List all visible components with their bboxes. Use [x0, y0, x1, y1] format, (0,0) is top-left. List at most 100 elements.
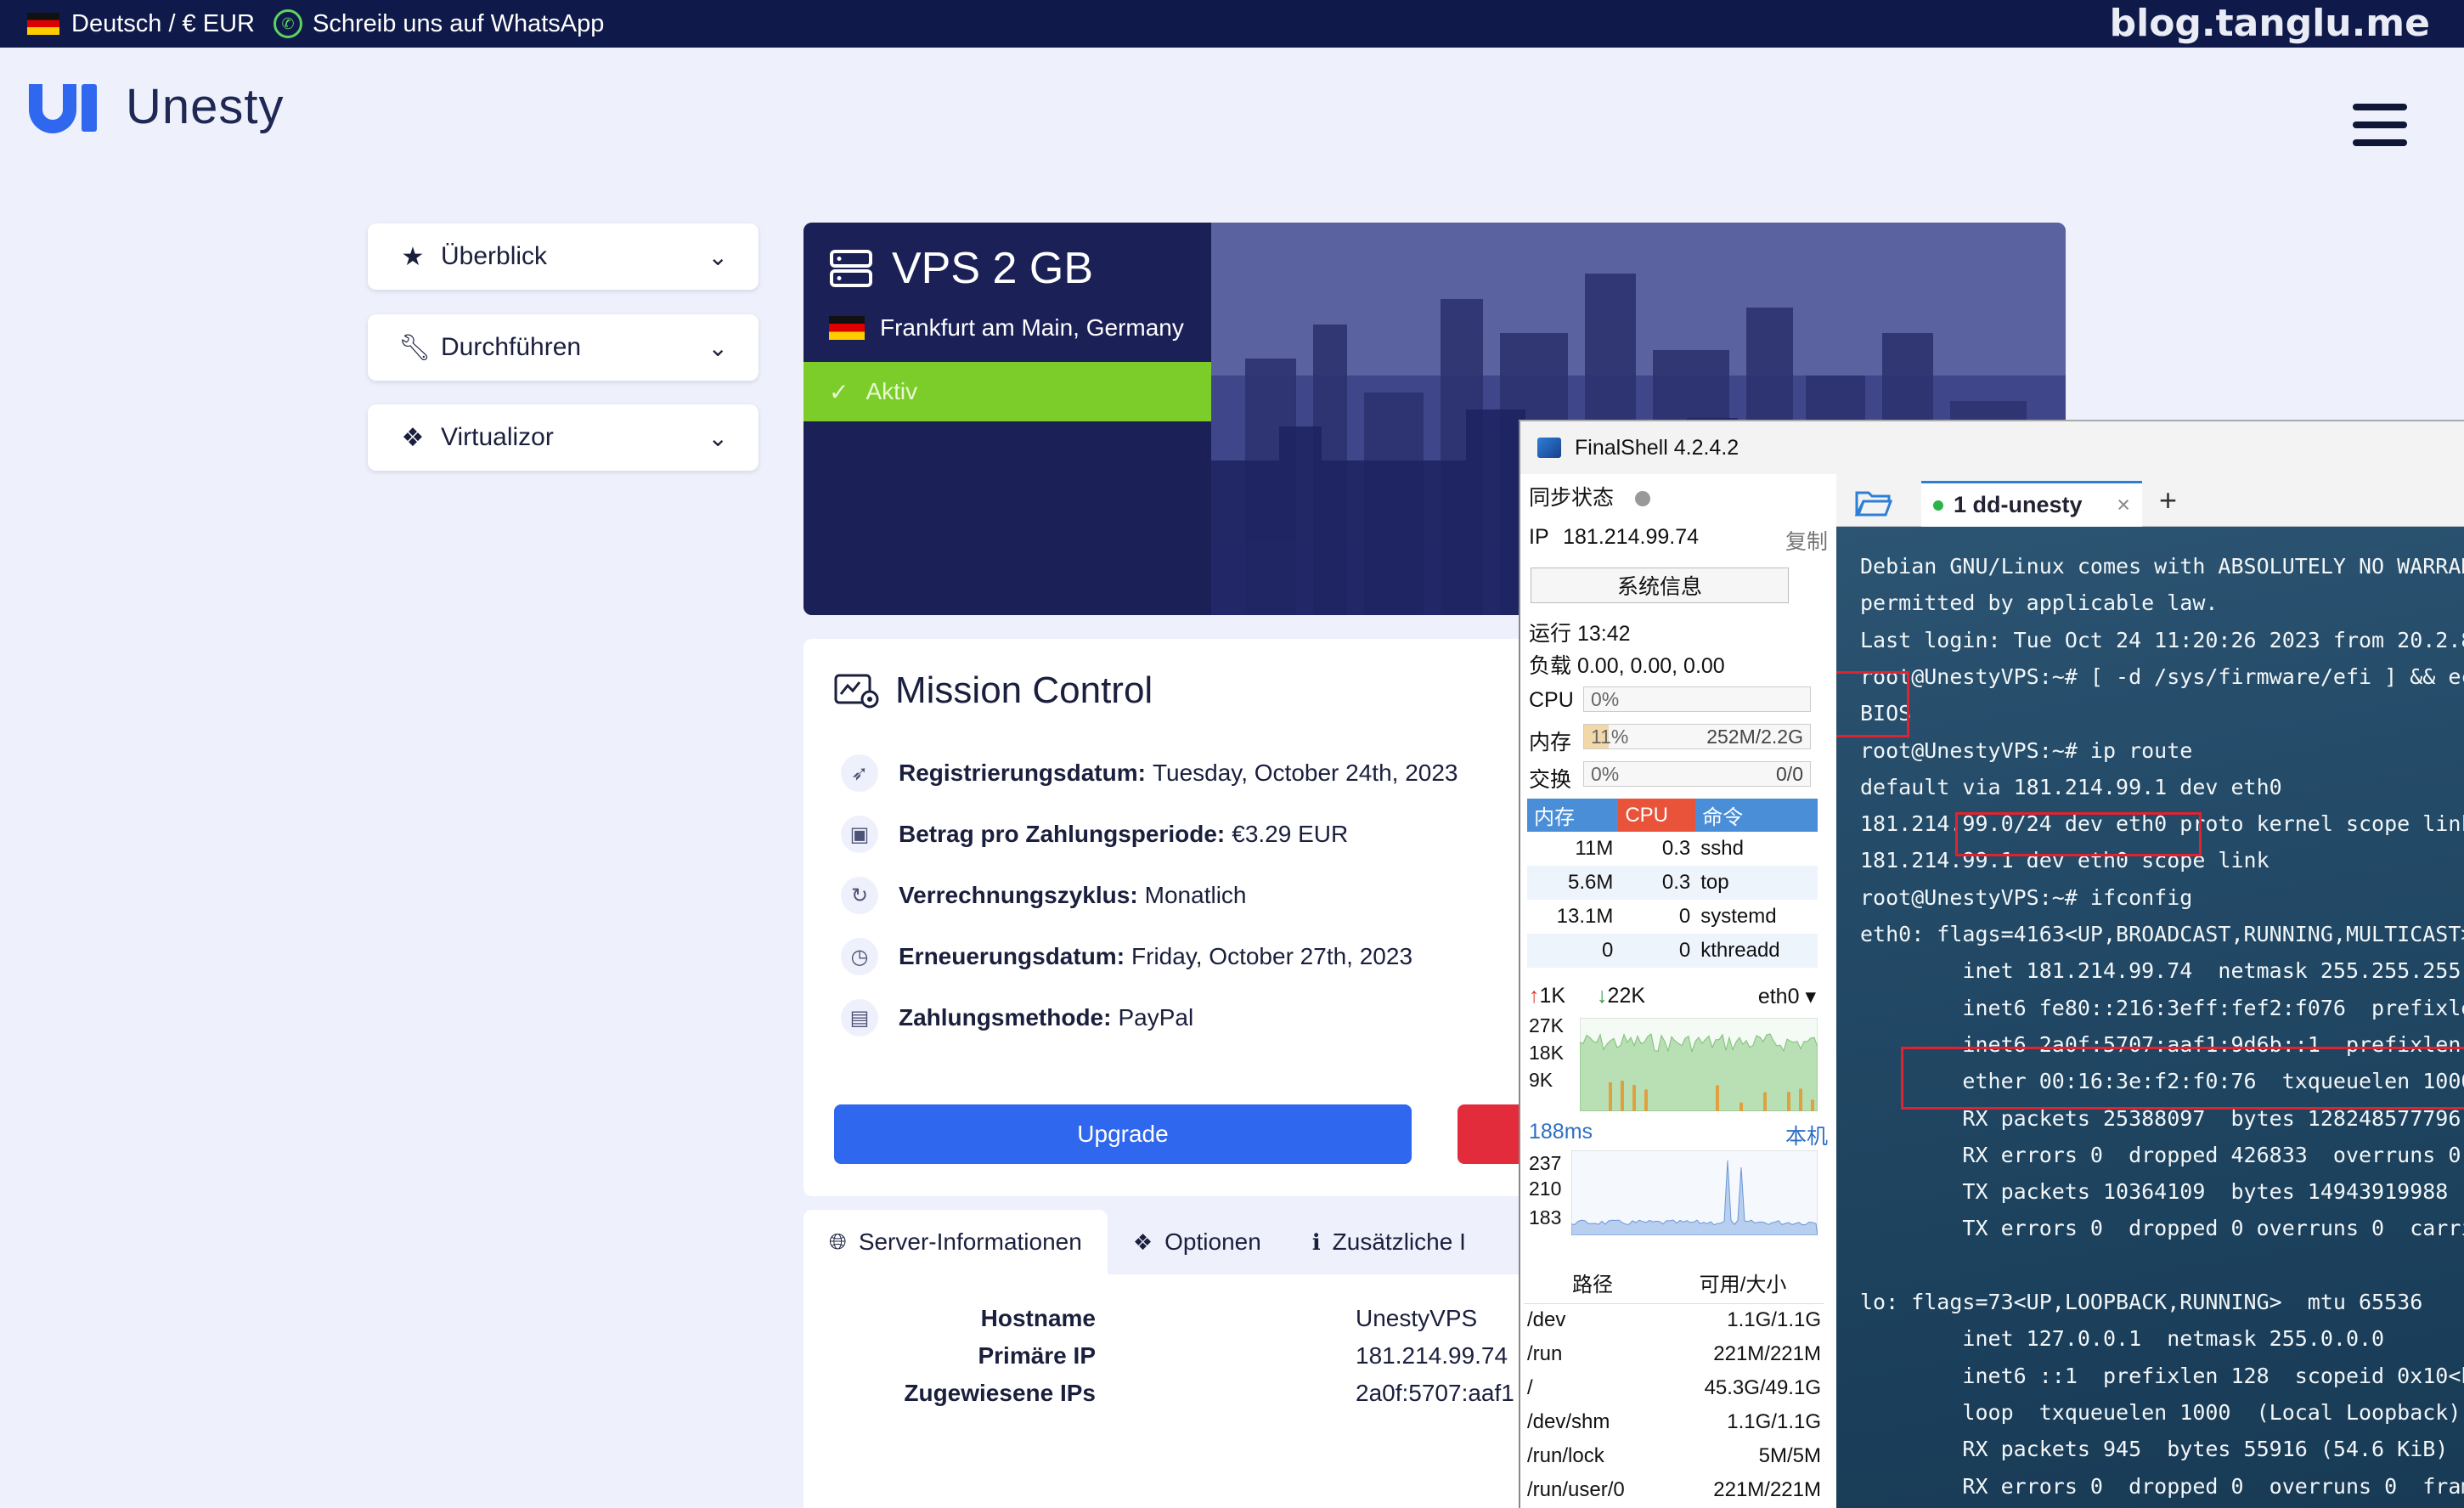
session-tab-strip: 1 dd-unesty × + [1836, 474, 2464, 527]
chevron-down-icon: ⌄ [708, 243, 728, 270]
check-icon: ✓ [829, 378, 849, 405]
add-tab-icon[interactable]: + [2159, 483, 2177, 518]
disk-size: 45.3G/49.1G [1704, 1376, 1821, 1399]
net-up: 1K [1539, 984, 1566, 1008]
proc-mem: 0 [1527, 934, 1619, 968]
table-row[interactable]: 13.1M 0 systemd [1527, 900, 1818, 934]
copy-ip-button[interactable]: 复制 [1785, 525, 1828, 556]
whatsapp-icon: ✆ [273, 9, 302, 38]
status-badge: ✓ Aktiv [803, 362, 1211, 421]
table-row[interactable]: /dev/shm 1.1G/1.1G [1524, 1405, 1824, 1439]
table-row[interactable]: /run 221M/221M [1524, 1337, 1824, 1371]
sidebar-item-label: Überblick [441, 242, 548, 270]
hamburger-menu-icon[interactable] [2353, 104, 2407, 146]
table-row[interactable]: 5.6M 0.3 top [1527, 866, 1818, 900]
dashboard-gear-icon [834, 674, 879, 709]
disk-header-size[interactable]: 可用/大小 [1661, 1262, 1824, 1304]
net-tick: 18K [1529, 1042, 1564, 1064]
amount-row: ▣ Betrag pro Zahlungsperiode: €3.29 EUR [841, 816, 1348, 853]
terminal-line: root@UnestyVPS:~# ip route [1860, 737, 2193, 763]
language-currency-selector[interactable]: Deutsch / € EUR [27, 7, 255, 41]
terminal-line: RX errors 0 dropped 426833 overruns 0 fr… [1962, 1142, 2461, 1167]
proc-header-cpu[interactable]: CPU [1618, 799, 1696, 832]
tab-additional[interactable]: ℹ Zusätzliche I [1287, 1210, 1491, 1274]
upgrade-button[interactable]: Upgrade [834, 1104, 1412, 1164]
disk-table: 路径 可用/大小 /dev 1.1G/1.1G /run 221M/221M / 45… [1524, 1262, 1824, 1507]
cancel-button[interactable] [1458, 1104, 1525, 1164]
ping-target[interactable]: 本机 [1785, 1120, 1828, 1150]
session-tab-dd-unesty[interactable]: 1 dd-unesty × [1921, 481, 2142, 527]
network-graph [1580, 1018, 1818, 1111]
table-row[interactable]: 11M 0.3 sshd [1527, 832, 1818, 866]
memory-label: 内存 [1529, 731, 1572, 754]
sidebar-item-overview[interactable]: ★ Überblick ⌄ [368, 223, 758, 290]
info-value: 2a0f:5707:aaf1 [1356, 1380, 1514, 1406]
info-value: UnestyVPS [1356, 1305, 1478, 1331]
info-value: 181.214.99.74 [1356, 1342, 1508, 1369]
cpu-value: 0% [1591, 688, 1620, 710]
terminal-line: lo: flags=73<UP,LOOPBACK,RUNNING> mtu 65… [1860, 1290, 2423, 1314]
proc-cpu: 0 [1678, 905, 1691, 928]
rocket-icon: ➶ [841, 754, 878, 792]
proc-cmd: systemd [1700, 905, 1777, 928]
close-icon[interactable]: × [2117, 492, 2130, 518]
tab-options[interactable]: ❖ Optionen [1108, 1210, 1287, 1274]
disk-header-path[interactable]: 路径 [1524, 1262, 1661, 1304]
upload-arrow-icon: ↑ [1529, 984, 1540, 1008]
net-tick: 9K [1529, 1069, 1553, 1091]
table-row[interactable]: /run/user/0 221M/221M [1524, 1473, 1824, 1507]
payment-method-row: ▤ Zahlungsmethode: PayPal [841, 999, 1193, 1036]
row-value: Friday, October 27th, 2023 [1131, 943, 1413, 969]
credit-card-icon: ▤ [841, 999, 878, 1036]
memory-value: 11% [1591, 726, 1629, 748]
disk-path: /run/user/0 [1527, 1478, 1625, 1501]
interface-select[interactable]: eth0 ▾ [1758, 984, 1816, 1009]
proc-cpu: 0.3 [1661, 837, 1691, 860]
terminal-output[interactable]: Debian GNU/Linux comes with ABSOLUTELY N… [1836, 527, 2464, 1508]
registration-date-row: ➶ Registrierungsdatum: Tuesday, October … [841, 754, 1458, 792]
chevron-down-icon: ⌄ [708, 424, 728, 451]
globe-icon: 🌐︎ [829, 1228, 847, 1254]
status-label: Aktiv [866, 378, 918, 404]
row-value: Monatlich [1144, 882, 1247, 908]
sidebar-item-virtualizor[interactable]: ❖ Virtualizor ⌄ [368, 404, 758, 471]
proc-header-mem[interactable]: 内存 [1527, 799, 1619, 832]
wrench-icon: 🔧︎ [398, 333, 431, 362]
brand-logo[interactable]: Unesty [25, 78, 285, 135]
interface-value: eth0 [1757, 985, 1800, 1008]
whatsapp-link[interactable]: ✆ Schreib uns auf WhatsApp [273, 7, 604, 41]
sidebar-item-actions[interactable]: 🔧︎ Durchführen ⌄ [368, 314, 758, 381]
unesty-logo-icon [29, 83, 97, 133]
row-label: Zahlungsmethode: [899, 1004, 1112, 1031]
proc-header-cmd[interactable]: 命令 [1695, 799, 1818, 832]
sync-label: 同步状态 [1529, 486, 1615, 510]
disk-path: /dev [1527, 1308, 1566, 1332]
table-row[interactable]: /dev 1.1G/1.1G [1524, 1303, 1824, 1337]
disk-path: / [1527, 1376, 1533, 1399]
uptime: 运行 13:42 [1529, 622, 1631, 646]
renewal-date-row: ◷ Erneuerungsdatum: Friday, October 27th… [841, 938, 1412, 975]
proc-cpu: 0 [1618, 934, 1696, 968]
cubes-icon: ❖ [1132, 1228, 1153, 1255]
table-row[interactable]: 0 0 kthreadd [1527, 934, 1818, 968]
table-row[interactable]: /run/lock 5M/5M [1524, 1439, 1824, 1473]
system-info-button[interactable]: 系统信息 [1531, 568, 1789, 603]
sidebar-item-label: Durchführen [441, 333, 582, 361]
terminal-line: Last login: Tue Oct 24 11:20:26 2023 fro… [1860, 627, 2464, 652]
server-icon [830, 250, 872, 287]
terminal-line: permitted by applicable law. [1860, 590, 2219, 616]
table-row[interactable]: / 45.3G/49.1G [1524, 1371, 1824, 1405]
service-location: Frankfurt am Main, Germany [880, 314, 1184, 341]
ip-row: IP 181.214.99.74 复制 [1529, 525, 1828, 554]
window-titlebar[interactable]: FinalShell 4.2.4.2 [1520, 421, 2464, 474]
highlight-box [1901, 1047, 2464, 1110]
money-icon: ▣ [841, 816, 878, 853]
tab-server-info[interactable]: 🌐︎ Server-Informationen [803, 1210, 1108, 1274]
folder-open-icon[interactable] [1855, 488, 1892, 517]
terminal-line: TX packets 10364109 bytes 14943919988 (1… [1962, 1179, 2464, 1205]
net-tick: 27K [1529, 1014, 1564, 1036]
swap-size: 0/0 [1776, 763, 1803, 785]
info-key: Zugewiesene IPs [904, 1380, 1096, 1406]
proc-mem: 5.6M [1527, 866, 1619, 900]
download-arrow-icon: ↓ [1597, 984, 1608, 1008]
